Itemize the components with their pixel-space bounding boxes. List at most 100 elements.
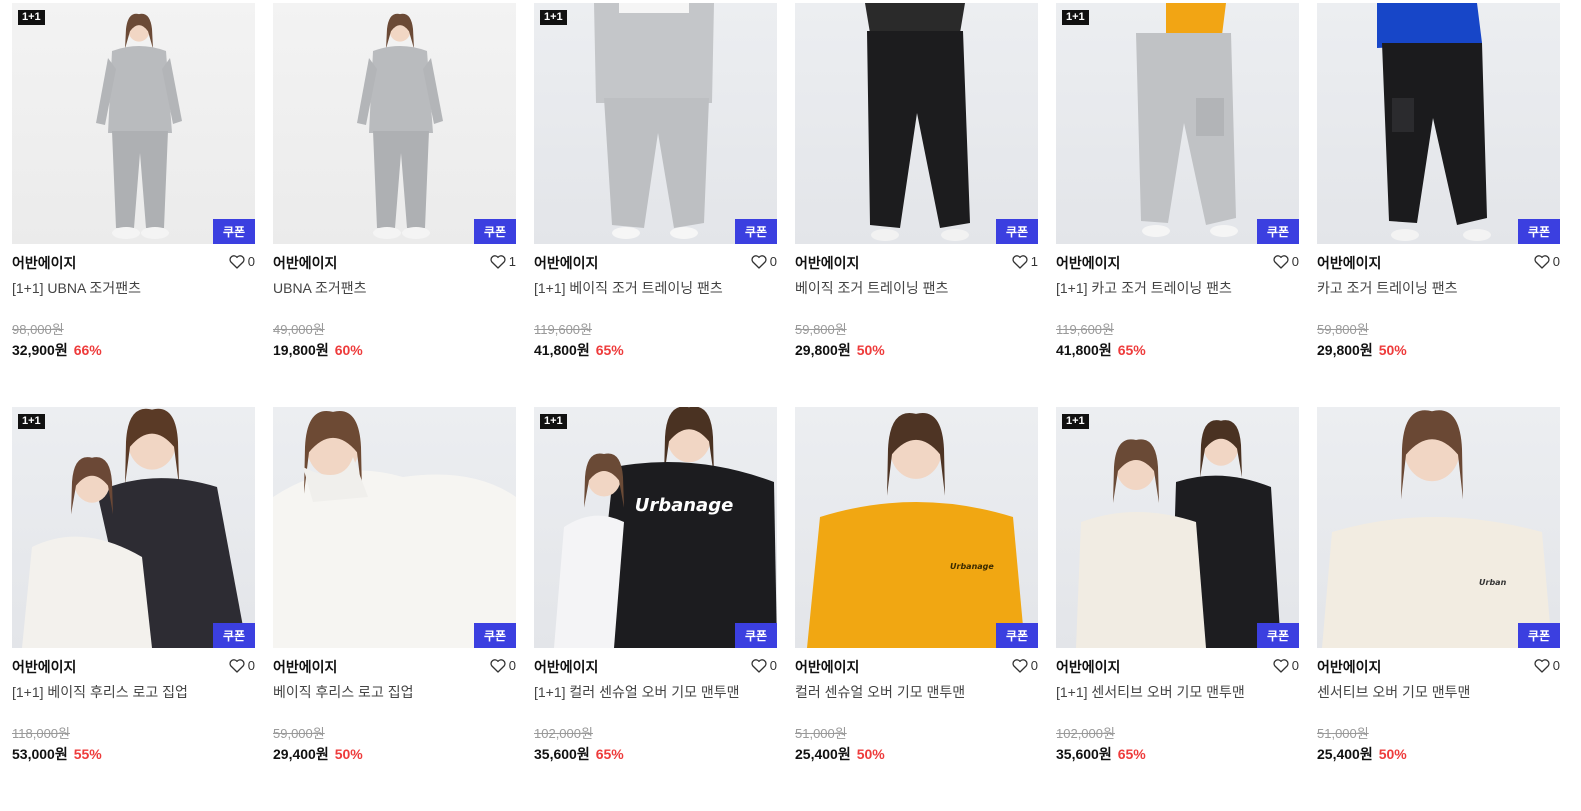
one-plus-one-badge: 1+1 xyxy=(1062,414,1089,429)
product-name[interactable]: [1+1] 카고 조거 트레이닝 팬츠 xyxy=(1056,278,1299,298)
product-card[interactable]: Urban 쿠폰 어반에이지 0 센서티브 오버 기모 맨투맨 51,000원 … xyxy=(1317,407,1560,811)
product-card[interactable]: 쿠폰 어반에이지 0 카고 조거 트레이닝 팬츠 59,800원 29,800원… xyxy=(1317,3,1560,407)
sale-price: 25,400원 xyxy=(1317,746,1373,762)
like-button[interactable]: 0 xyxy=(229,658,255,673)
heart-outline-icon[interactable] xyxy=(1534,254,1550,269)
heart-outline-icon[interactable] xyxy=(1273,254,1289,269)
product-card[interactable]: 1+1 쿠폰 어반에이지 0 [1+1] 베이직 조거 트레이닝 팬츠 119,… xyxy=(534,3,777,407)
like-count: 0 xyxy=(247,254,255,269)
like-button[interactable]: 0 xyxy=(490,658,516,673)
sale-price: 29,400원 xyxy=(273,746,329,762)
product-name[interactable]: 베이직 후리스 로고 집업 xyxy=(273,682,516,702)
heart-outline-icon[interactable] xyxy=(1534,658,1550,673)
product-image[interactable]: 1+1 쿠폰 xyxy=(1056,407,1299,648)
brand-name[interactable]: 어반에이지 xyxy=(795,253,1038,273)
one-plus-one-badge: 1+1 xyxy=(1062,10,1089,25)
product-name[interactable]: 베이직 조거 트레이닝 팬츠 xyxy=(795,278,1038,298)
product-image[interactable]: 쿠폰 xyxy=(273,3,516,244)
like-button[interactable]: 1 xyxy=(490,254,516,269)
discount-rate: 50% xyxy=(856,342,885,358)
product-image[interactable]: 1+1 쿠폰 xyxy=(1056,3,1299,244)
product-name[interactable]: 센서티브 오버 기모 맨투맨 xyxy=(1317,682,1560,702)
brand-name[interactable]: 어반에이지 xyxy=(1056,657,1299,677)
like-button[interactable]: 0 xyxy=(1273,254,1299,269)
product-image[interactable]: 1+1 쿠폰 xyxy=(12,3,255,244)
one-plus-one-badge: 1+1 xyxy=(18,10,45,25)
brand-name[interactable]: 어반에이지 xyxy=(1317,657,1560,677)
original-price: 59,800원 xyxy=(795,322,847,337)
like-button[interactable]: 0 xyxy=(1273,658,1299,673)
product-image[interactable]: Urban 쿠폰 xyxy=(1317,407,1560,648)
coupon-badge: 쿠폰 xyxy=(1518,219,1560,244)
brand-name[interactable]: 어반에이지 xyxy=(1317,253,1560,273)
discount-rate: 60% xyxy=(334,342,363,358)
product-image[interactable]: 쿠폰 xyxy=(1317,3,1560,244)
product-card[interactable]: 1+1 쿠폰 어반에이지 0 [1+1] 베이직 후리스 로고 집업 118,0… xyxy=(12,407,255,811)
like-button[interactable]: 0 xyxy=(1534,658,1560,673)
product-card[interactable]: 1+1 쿠폰 어반에이지 0 [1+1] 카고 조거 트레이닝 팬츠 119,6… xyxy=(1056,3,1299,407)
svg-text:Urbanage: Urbanage xyxy=(635,495,734,516)
product-image[interactable]: 쿠폰 xyxy=(273,407,516,648)
heart-outline-icon[interactable] xyxy=(751,658,767,673)
product-card[interactable]: 쿠폰 어반에이지 1 베이직 조거 트레이닝 팬츠 59,800원 29,800… xyxy=(795,3,1038,407)
product-card[interactable]: 1+1 쿠폰 어반에이지 0 [1+1] UBNA 조거팬츠 98,000원 3… xyxy=(12,3,255,407)
product-name[interactable]: 카고 조거 트레이닝 팬츠 xyxy=(1317,278,1560,298)
product-image[interactable]: 1+1 쿠폰 xyxy=(534,3,777,244)
original-price: 51,000원 xyxy=(1317,726,1369,741)
coupon-badge: 쿠폰 xyxy=(735,219,777,244)
brand-name[interactable]: 어반에이지 xyxy=(534,253,777,273)
product-card[interactable]: 쿠폰 어반에이지 1 UBNA 조거팬츠 49,000원 19,800원 60% xyxy=(273,3,516,407)
like-button[interactable]: 0 xyxy=(1534,254,1560,269)
like-count: 0 xyxy=(769,658,777,673)
heart-outline-icon[interactable] xyxy=(1012,658,1028,673)
product-name[interactable]: [1+1] UBNA 조거팬츠 xyxy=(12,278,255,298)
brand-name[interactable]: 어반에이지 xyxy=(795,657,1038,677)
like-button[interactable]: 0 xyxy=(751,254,777,269)
product-name[interactable]: [1+1] 베이직 후리스 로고 집업 xyxy=(12,682,255,702)
discount-rate: 50% xyxy=(1378,342,1407,358)
product-name[interactable]: [1+1] 베이직 조거 트레이닝 팬츠 xyxy=(534,278,777,298)
product-image[interactable]: Urbanage 1+1 쿠폰 xyxy=(534,407,777,648)
product-name[interactable]: [1+1] 센서티브 오버 기모 맨투맨 xyxy=(1056,682,1299,702)
heart-outline-icon[interactable] xyxy=(1273,658,1289,673)
brand-name[interactable]: 어반에이지 xyxy=(273,253,516,273)
heart-outline-icon[interactable] xyxy=(229,254,245,269)
heart-outline-icon[interactable] xyxy=(490,254,506,269)
original-price: 102,000원 xyxy=(534,726,593,741)
product-name[interactable]: [1+1] 컬러 센슈얼 오버 기모 맨투맨 xyxy=(534,682,777,702)
like-count: 0 xyxy=(1291,658,1299,673)
brand-name[interactable]: 어반에이지 xyxy=(273,657,516,677)
heart-outline-icon[interactable] xyxy=(229,658,245,673)
product-image[interactable]: 1+1 쿠폰 xyxy=(12,407,255,648)
one-plus-one-badge: 1+1 xyxy=(540,414,567,429)
product-image[interactable]: Urbanage 쿠폰 xyxy=(795,407,1038,648)
brand-name[interactable]: 어반에이지 xyxy=(12,657,255,677)
product-card[interactable]: 1+1 쿠폰 어반에이지 0 [1+1] 센서티브 오버 기모 맨투맨 102,… xyxy=(1056,407,1299,811)
product-name[interactable]: UBNA 조거팬츠 xyxy=(273,278,516,298)
original-price: 119,600원 xyxy=(534,322,592,337)
brand-name[interactable]: 어반에이지 xyxy=(1056,253,1299,273)
heart-outline-icon[interactable] xyxy=(1012,254,1028,269)
coupon-badge: 쿠폰 xyxy=(996,219,1038,244)
like-count: 0 xyxy=(769,254,777,269)
product-image[interactable]: 쿠폰 xyxy=(795,3,1038,244)
coupon-badge: 쿠폰 xyxy=(213,219,255,244)
discount-rate: 66% xyxy=(73,342,102,358)
like-button[interactable]: 0 xyxy=(1012,658,1038,673)
sale-price: 29,800원 xyxy=(1317,342,1373,358)
like-button[interactable]: 1 xyxy=(1012,254,1038,269)
heart-outline-icon[interactable] xyxy=(751,254,767,269)
original-price: 118,000원 xyxy=(12,726,70,741)
like-count: 0 xyxy=(508,658,516,673)
brand-name[interactable]: 어반에이지 xyxy=(12,253,255,273)
product-card[interactable]: 쿠폰 어반에이지 0 베이직 후리스 로고 집업 59,000원 29,400원… xyxy=(273,407,516,811)
coupon-badge: 쿠폰 xyxy=(735,623,777,648)
product-name[interactable]: 컬러 센슈얼 오버 기모 맨투맨 xyxy=(795,682,1038,702)
like-button[interactable]: 0 xyxy=(229,254,255,269)
discount-rate: 65% xyxy=(595,746,624,762)
heart-outline-icon[interactable] xyxy=(490,658,506,673)
product-card[interactable]: Urbanage 1+1 쿠폰 어반에이지 0 [1+1] 컬러 센슈얼 오버 … xyxy=(534,407,777,811)
brand-name[interactable]: 어반에이지 xyxy=(534,657,777,677)
product-card[interactable]: Urbanage 쿠폰 어반에이지 0 컬러 센슈얼 오버 기모 맨투맨 51,… xyxy=(795,407,1038,811)
like-button[interactable]: 0 xyxy=(751,658,777,673)
